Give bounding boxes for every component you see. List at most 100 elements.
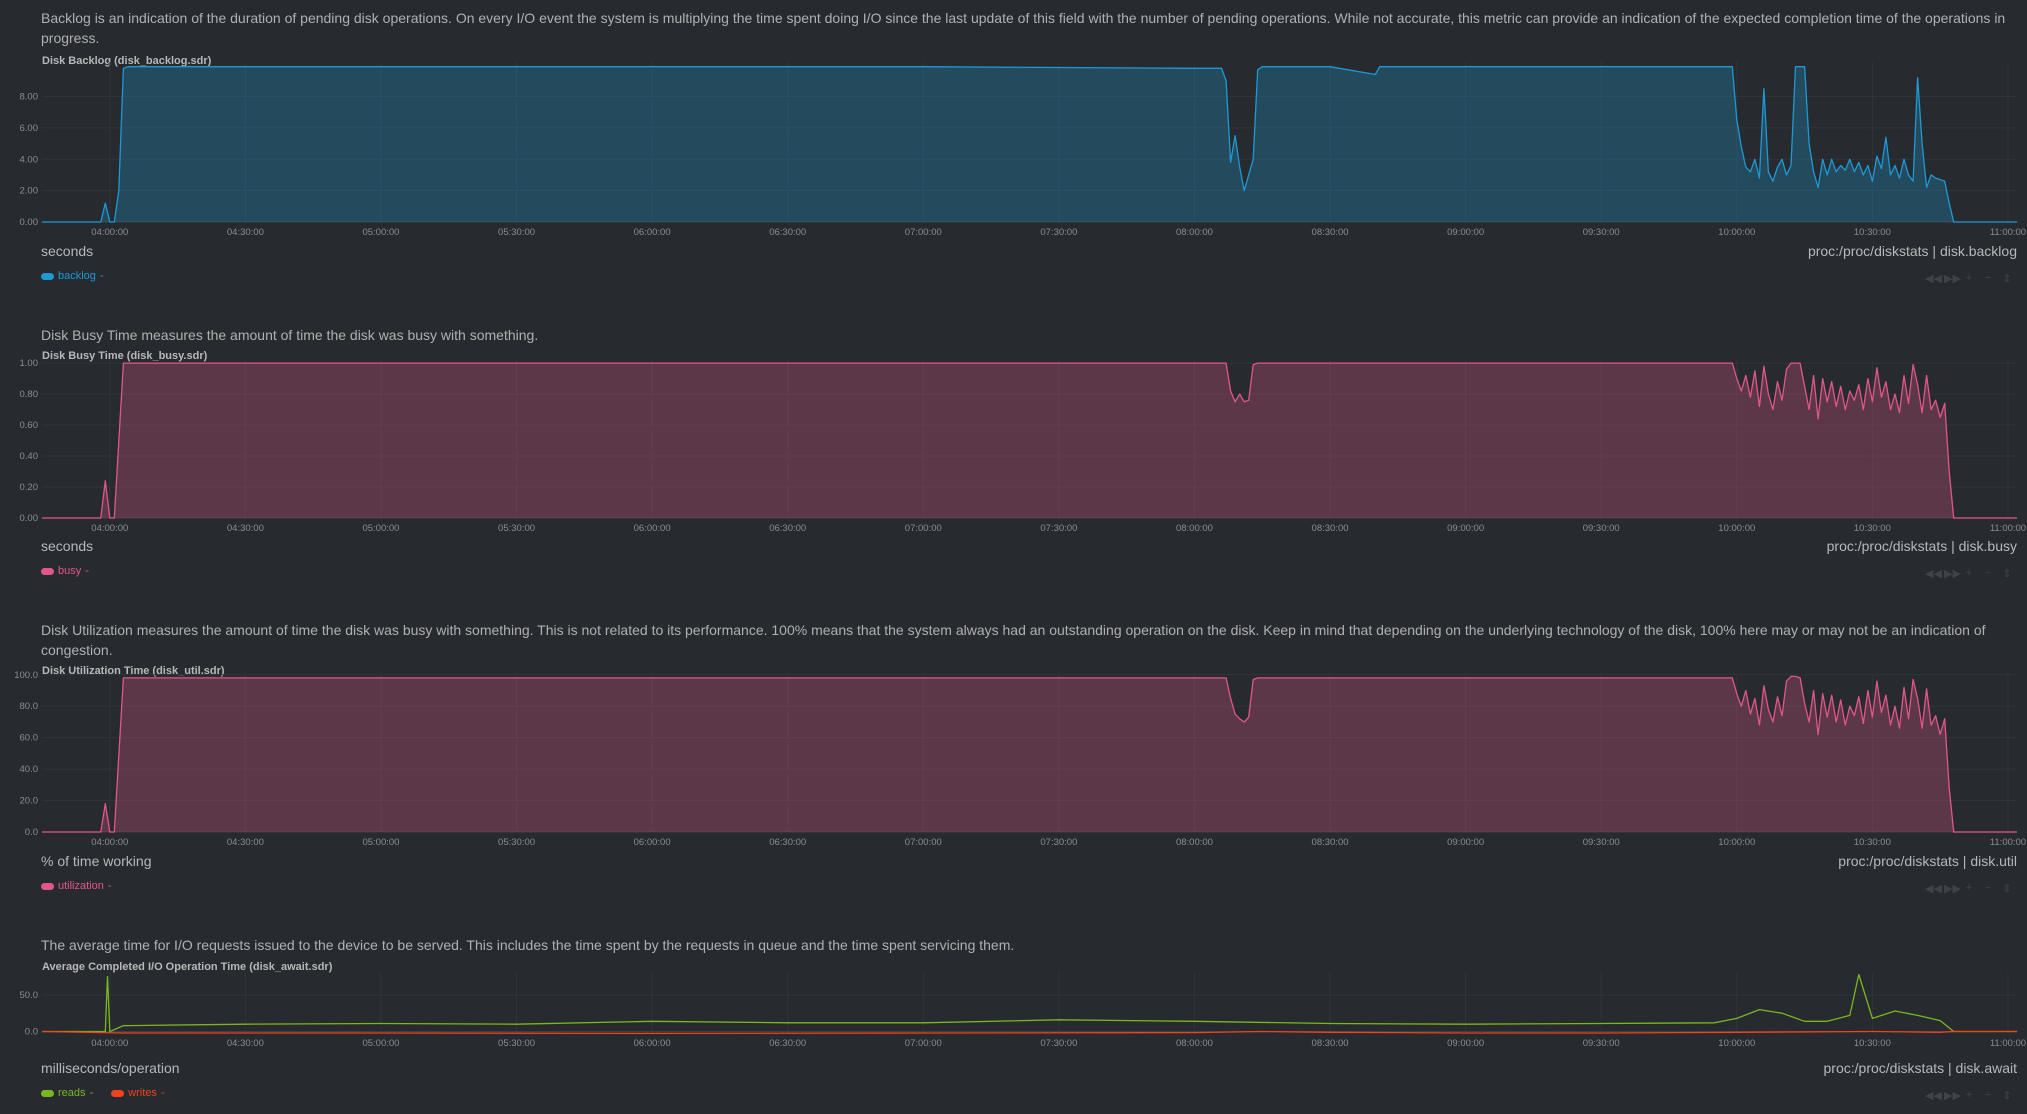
util-units: % of time working <box>41 853 152 869</box>
x-tick-label: 07:00:00 <box>905 1038 942 1049</box>
y-tick-label: 0.00 <box>20 513 39 524</box>
x-tick-label: 06:30:00 <box>769 227 806 238</box>
pan-left-icon[interactable]: ◀◀ <box>1925 567 1942 580</box>
x-tick-label: 04:00:00 <box>91 837 128 848</box>
x-tick-label: 09:00:00 <box>1447 1038 1484 1049</box>
util-legend: utilization - <box>41 879 112 893</box>
x-tick-label: 10:30:00 <box>1854 837 1891 848</box>
y-tick-label: 0.20 <box>20 482 39 493</box>
util-chart[interactable]: 0.0 20.0 40.0 60.0 80.0 100.0 04:00:00 04:30:00… <box>0 670 2027 850</box>
zoom-in-icon[interactable]: + <box>1963 272 1975 285</box>
backlog-chart-controls: ◀◀ ▶▶ + − ⇕ <box>1925 272 2013 285</box>
legend-swatch <box>111 1089 125 1097</box>
zoom-in-icon[interactable]: + <box>1963 882 1975 895</box>
y-tick-label: 80.0 <box>20 701 39 712</box>
backlog-chart[interactable]: 0.00 2.00 4.00 6.00 8.00 04:00:00 04:30:00 05:0… <box>0 62 2027 240</box>
x-tick-label: 06:00:00 <box>634 1038 671 1049</box>
resize-icon[interactable]: ⇕ <box>2001 882 2013 895</box>
pan-right-icon[interactable]: ▶▶ <box>1944 882 1961 895</box>
y-tick-label: 0.60 <box>20 420 39 431</box>
x-tick-label: 08:00:00 <box>1176 837 1213 848</box>
x-tick-label: 07:30:00 <box>1040 837 1077 848</box>
y-tick-label: 0.00 <box>20 217 39 228</box>
util-context: proc:/proc/diskstats | disk.util <box>1838 853 2017 869</box>
x-tick-label: 09:00:00 <box>1447 523 1484 534</box>
x-tick-label: 04:00:00 <box>91 1038 128 1049</box>
x-tick-label: 10:30:00 <box>1854 1038 1891 1049</box>
busy-chart-controls: ◀◀ ▶▶ + − ⇕ <box>1925 567 2013 580</box>
x-tick-label: 09:30:00 <box>1583 1038 1620 1049</box>
x-tick-label: 09:30:00 <box>1583 523 1620 534</box>
x-tick-label: 08:30:00 <box>1312 523 1349 534</box>
resize-icon[interactable]: ⇕ <box>2001 567 2013 580</box>
await-context: proc:/proc/diskstats | disk.await <box>1823 1060 2017 1076</box>
y-tick-label: 1.00 <box>20 358 39 369</box>
pan-left-icon[interactable]: ◀◀ <box>1925 1089 1942 1102</box>
x-tick-label: 05:00:00 <box>362 523 399 534</box>
x-tick-label: 05:30:00 <box>498 227 535 238</box>
legend-value: - <box>89 1087 94 1099</box>
legend-item-reads[interactable]: reads - <box>41 1087 93 1099</box>
legend-value: - <box>107 880 112 892</box>
pan-left-icon[interactable]: ◀◀ <box>1925 272 1942 285</box>
zoom-out-icon[interactable]: − <box>1982 882 1994 895</box>
x-tick-label: 05:00:00 <box>362 837 399 848</box>
y-tick-label: 0.40 <box>20 451 39 462</box>
legend-label: backlog <box>58 270 96 282</box>
x-tick-label: 09:00:00 <box>1447 227 1484 238</box>
y-tick-label: 20.0 <box>20 796 39 807</box>
legend-value: - <box>85 565 89 577</box>
pan-right-icon[interactable]: ▶▶ <box>1944 1089 1961 1102</box>
legend-item-writes[interactable]: writes - <box>111 1087 165 1099</box>
x-tick-label: 08:00:00 <box>1176 523 1213 534</box>
x-tick-label: 09:30:00 <box>1583 837 1620 848</box>
pan-left-icon[interactable]: ◀◀ <box>1925 882 1942 895</box>
legend-item-busy[interactable]: busy - <box>41 565 89 577</box>
resize-icon[interactable]: ⇕ <box>2001 272 2013 285</box>
legend-value: - <box>160 1087 165 1099</box>
x-tick-label: 04:00:00 <box>91 227 128 238</box>
resize-icon[interactable]: ⇕ <box>2001 1089 2013 1102</box>
backlog-context: proc:/proc/diskstats | disk.backlog <box>1807 243 2017 259</box>
x-tick-label: 11:00:00 <box>1990 837 2026 848</box>
pan-right-icon[interactable]: ▶▶ <box>1944 567 1961 580</box>
busy-area <box>42 363 2017 518</box>
reads-series-line <box>42 973 2017 1033</box>
zoom-in-icon[interactable]: + <box>1963 1089 1975 1102</box>
y-tick-label: 40.0 <box>20 764 39 775</box>
legend-swatch <box>41 567 54 575</box>
x-tick-label: 06:30:00 <box>769 1038 806 1049</box>
x-tick-label: 08:00:00 <box>1176 1038 1213 1049</box>
busy-legend: busy - <box>41 564 89 578</box>
x-tick-label: 07:30:00 <box>1040 1038 1077 1049</box>
legend-item-backlog[interactable]: backlog - <box>41 270 104 282</box>
x-tick-label: 11:00:00 <box>1990 227 2026 238</box>
legend-swatch <box>41 882 54 890</box>
zoom-in-icon[interactable]: + <box>1963 567 1975 580</box>
await-chart-title: Average Completed I/O Operation Time (di… <box>42 961 333 973</box>
y-tick-label: 50.0 <box>20 990 39 1001</box>
zoom-out-icon[interactable]: − <box>1982 272 1994 285</box>
x-tick-label: 07:00:00 <box>905 227 942 238</box>
x-tick-label: 08:00:00 <box>1176 227 1213 238</box>
x-tick-label: 05:00:00 <box>362 227 399 238</box>
y-tick-label: 0.0 <box>25 1027 38 1038</box>
legend-label: utilization <box>58 880 104 892</box>
x-tick-label: 06:00:00 <box>634 523 671 534</box>
x-tick-label: 10:00:00 <box>1718 523 1755 534</box>
await-description: The average time for I/O requests issued… <box>41 937 1015 953</box>
x-tick-label: 05:00:00 <box>362 1038 399 1049</box>
await-chart[interactable]: 0.0 50.0 04:00:00 04:30:00 05:00:00 05:30:00 0… <box>0 973 2027 1051</box>
backlog-description: Backlog is an indication of the duration… <box>41 10 2006 46</box>
busy-chart[interactable]: 0.00 0.20 0.40 0.60 0.80 1.00 04:00:00 04:30:00… <box>0 358 2027 536</box>
zoom-out-icon[interactable]: − <box>1982 1089 1994 1102</box>
legend-label: writes <box>128 1087 157 1099</box>
legend-item-utilization[interactable]: utilization - <box>41 880 112 892</box>
x-tick-label: 07:30:00 <box>1040 227 1077 238</box>
x-tick-label: 10:30:00 <box>1854 523 1891 534</box>
y-tick-label: 60.0 <box>20 733 39 744</box>
zoom-out-icon[interactable]: − <box>1982 567 1994 580</box>
x-tick-label: 04:30:00 <box>227 1038 264 1049</box>
x-tick-label: 08:30:00 <box>1312 1038 1349 1049</box>
pan-right-icon[interactable]: ▶▶ <box>1944 272 1961 285</box>
